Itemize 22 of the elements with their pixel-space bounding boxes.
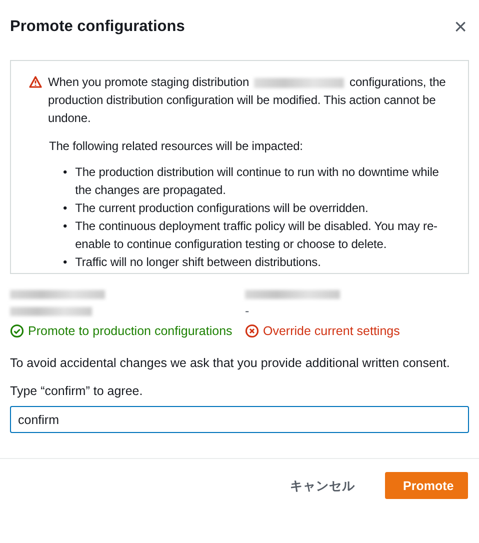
- bullet: •: [63, 200, 68, 217]
- cancel-button[interactable]: キャンセル: [282, 472, 363, 498]
- warning-text: When you promote staging distribution configurations, the production distribution configuration will be modified. This action cannot be undone.: [48, 74, 447, 127]
- consent-text: To avoid accidental changes we ask that you provide additional written consent.: [10, 355, 451, 372]
- status-text: Promote to production configurations: [28, 323, 232, 340]
- impact-item: Traffic will no longer shift between distributions.: [75, 254, 321, 271]
- impact-item: The continuous deployment traffic policy will be disabled. You may re-enable to continue configuration testing or choose to delete.: [75, 218, 438, 253]
- value-text: -: [245, 307, 250, 316]
- check-circle-icon: [10, 324, 24, 338]
- impact-intro: The following related resources will be impacted:: [49, 138, 304, 155]
- status-text: Override current settings: [263, 323, 400, 340]
- bullet: •: [63, 254, 68, 271]
- bullet: •: [63, 218, 68, 235]
- x-circle-icon: [245, 324, 259, 338]
- confirm-input-field[interactable]: confirm: [10, 406, 469, 433]
- field-label: Type “confirm” to agree.: [10, 383, 144, 400]
- bullet: •: [63, 164, 68, 181]
- close-icon[interactable]: ×: [454, 17, 467, 37]
- impact-item: The current production configurations will be overridden.: [75, 200, 368, 217]
- dialog-title: Promote configurations: [10, 18, 185, 36]
- warning-icon: [29, 76, 42, 88]
- impact-item: The production distribution will continue to run with no downtime while the changes are propagated.: [75, 164, 440, 199]
